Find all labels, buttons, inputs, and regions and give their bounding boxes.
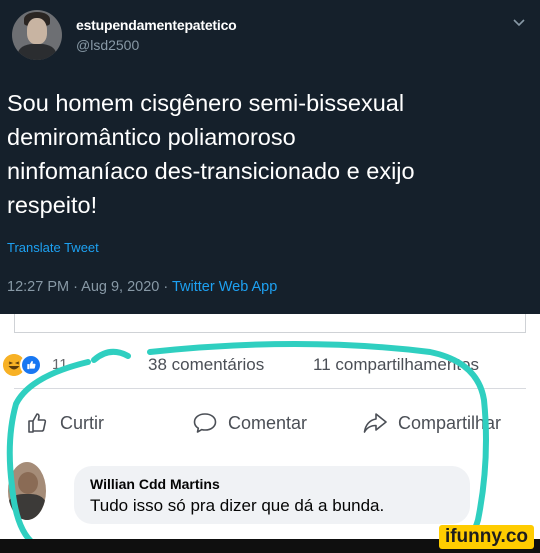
chevron-down-icon[interactable] bbox=[512, 15, 526, 29]
tweet-text-line: respeito! bbox=[7, 192, 98, 218]
reaction-summary-row: 11 38 comentários 11 compartilhamentos bbox=[0, 350, 540, 380]
commenter-shirt bbox=[8, 494, 46, 520]
tweet-meta: 12:27 PM · Aug 9, 2020 · Twitter Web App bbox=[7, 279, 277, 295]
facebook-post-footer: 11 38 comentários 11 compartilhamentos C… bbox=[0, 314, 540, 539]
commenter-avatar[interactable] bbox=[8, 462, 46, 520]
tweet-timestamp[interactable]: 12:27 PM · Aug 9, 2020 · bbox=[7, 279, 172, 295]
like-button[interactable]: Curtir bbox=[26, 408, 104, 438]
ifunny-watermark: ifunny.co bbox=[438, 525, 534, 549]
divider bbox=[14, 388, 526, 389]
tweet-text-line: demiromântico poliamoroso bbox=[7, 124, 296, 150]
comment: Willian Cdd Martins Tudo isso só pra diz… bbox=[0, 462, 540, 532]
commenter-head bbox=[18, 472, 38, 494]
reaction-count[interactable]: 11 bbox=[52, 356, 68, 373]
post-frame-edge bbox=[14, 314, 526, 333]
tweet-card: estupendamentepatetico @lsd2500 Sou home… bbox=[0, 0, 540, 314]
shares-count-link[interactable]: 11 compartilhamentos bbox=[313, 355, 479, 375]
translate-tweet-link[interactable]: Translate Tweet bbox=[7, 240, 99, 255]
tweet-source-app[interactable]: Twitter Web App bbox=[172, 279, 277, 295]
post-action-bar: Curtir Comentar Compartilhar bbox=[0, 408, 540, 438]
comment-bubble: Willian Cdd Martins Tudo isso só pra diz… bbox=[74, 466, 470, 524]
tweet-handle[interactable]: @lsd2500 bbox=[76, 37, 139, 53]
speech-bubble-icon bbox=[193, 413, 217, 433]
avatar-face bbox=[27, 18, 47, 44]
comments-count-link[interactable]: 38 comentários bbox=[148, 355, 264, 375]
tweet-text-line: ninfomaníaco des-transicionado e exijo bbox=[7, 158, 415, 184]
reaction-icons[interactable] bbox=[3, 354, 49, 376]
comment-button-label: Comentar bbox=[228, 412, 308, 433]
thumbs-up-icon bbox=[28, 413, 47, 433]
like-reaction-icon bbox=[20, 354, 42, 376]
commenter-name[interactable]: Willian Cdd Martins bbox=[90, 476, 220, 492]
tweet-text-line: Sou homem cisgênero semi-bissexual bbox=[7, 90, 405, 116]
share-button-label: Compartilhar bbox=[398, 412, 502, 433]
share-button[interactable]: Compartilhar bbox=[362, 408, 501, 438]
tweet-avatar[interactable] bbox=[12, 10, 62, 60]
tweet-display-name[interactable]: estupendamentepatetico bbox=[76, 17, 237, 33]
comment-button[interactable]: Comentar bbox=[192, 408, 307, 438]
share-arrow-icon bbox=[363, 413, 387, 433]
like-button-label: Curtir bbox=[60, 412, 104, 433]
tweet-text: Sou homem cisgênero semi-bissexual demir… bbox=[7, 86, 527, 222]
avatar-body bbox=[18, 44, 56, 60]
comment-text: Tudo isso só pra dizer que dá a bunda. bbox=[90, 496, 385, 515]
